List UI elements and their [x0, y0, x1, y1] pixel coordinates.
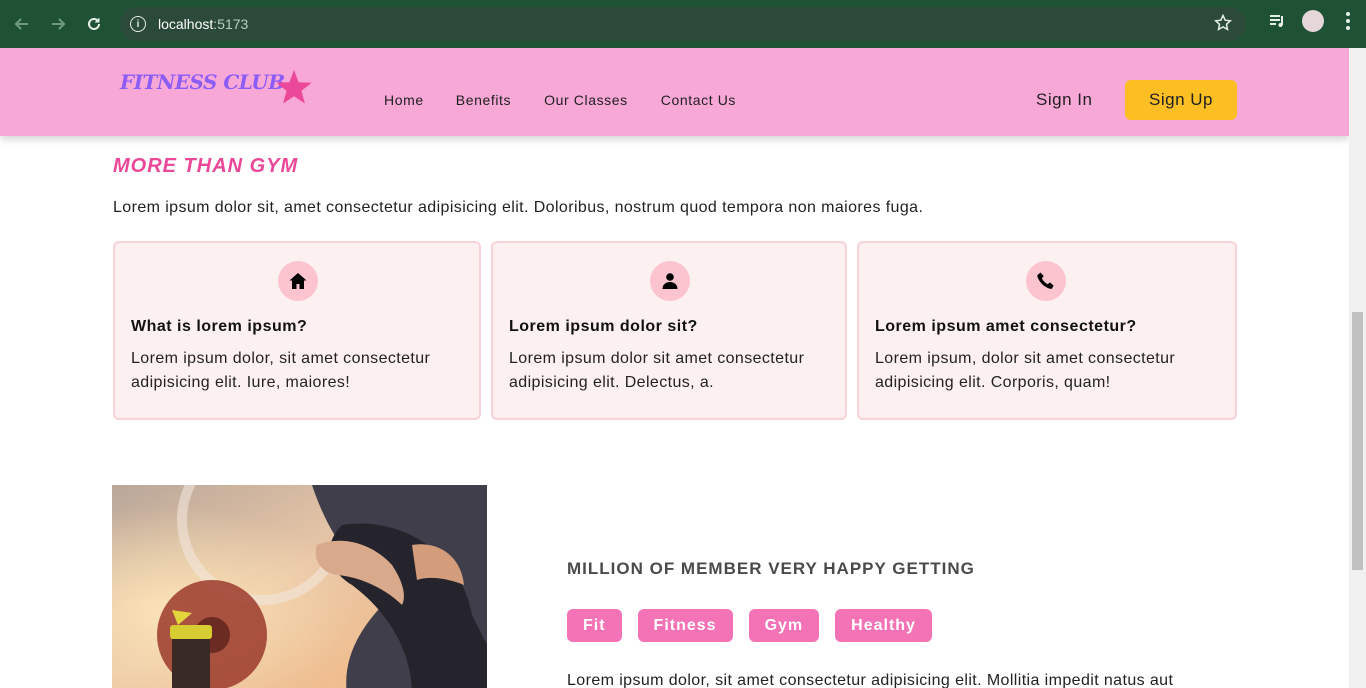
tag-fit[interactable]: Fit	[567, 609, 622, 642]
more-menu-icon[interactable]	[1338, 10, 1358, 32]
tag-healthy[interactable]: Healthy	[835, 609, 932, 642]
nav-link-contact-us[interactable]: Contact Us	[661, 92, 736, 108]
sign-in-link[interactable]: Sign In	[1036, 90, 1092, 110]
nav-link-benefits[interactable]: Benefits	[456, 92, 511, 108]
members-title: MILLION OF MEMBER VERY HAPPY GETTING	[567, 559, 975, 578]
card-body: Lorem ipsum dolor sit amet consectetur a…	[509, 350, 805, 391]
star-icon	[276, 70, 312, 104]
card-title: Lorem ipsum amet consectetur?	[875, 318, 1137, 335]
forward-button[interactable]	[40, 6, 76, 42]
home-icon	[289, 273, 307, 289]
url-text[interactable]: localhost:5173	[158, 16, 248, 32]
benefit-card: Lorem ipsum amet consectetur? Lorem ipsu…	[857, 241, 1237, 420]
browser-toolbar: i localhost:5173	[0, 0, 1366, 48]
tag-gym[interactable]: Gym	[748, 609, 820, 642]
media-control-icon[interactable]	[1266, 10, 1288, 32]
main-nav: Home Benefits Our Classes Contact Us	[384, 92, 736, 108]
icon-badge	[278, 261, 318, 301]
phone-icon	[1037, 272, 1054, 289]
benefit-card: Lorem ipsum dolor sit? Lorem ipsum dolor…	[491, 241, 847, 420]
scrollbar-thumb[interactable]	[1352, 312, 1363, 570]
site-info-icon[interactable]: i	[130, 16, 146, 32]
sign-up-button[interactable]: Sign Up	[1125, 80, 1237, 120]
arrow-right-icon	[52, 18, 66, 30]
tag-fitness[interactable]: Fitness	[637, 609, 733, 642]
profile-avatar[interactable]	[1302, 10, 1324, 32]
page-viewport: FITNESS CLUB Home Benefits Our Classes C…	[0, 48, 1349, 688]
nav-link-our-classes[interactable]: Our Classes	[544, 92, 628, 108]
card-title: Lorem ipsum dolor sit?	[509, 318, 698, 335]
site-header: FITNESS CLUB Home Benefits Our Classes C…	[0, 48, 1349, 136]
back-button[interactable]	[4, 6, 40, 42]
icon-badge	[1026, 261, 1066, 301]
card-body: Lorem ipsum, dolor sit amet consectetur …	[875, 350, 1176, 391]
bookmark-star-icon[interactable]	[1214, 14, 1232, 32]
gym-photo-illustration	[112, 485, 487, 688]
benefits-description: Lorem ipsum dolor sit, amet consectetur …	[113, 199, 924, 216]
logo[interactable]: FITNESS CLUB	[120, 70, 312, 104]
icon-badge	[650, 261, 690, 301]
tag-list: Fit Fitness Gym Healthy	[567, 609, 932, 642]
page-scrollbar[interactable]	[1349, 48, 1366, 688]
logo-text: FITNESS CLUB	[120, 70, 285, 94]
user-icon	[662, 273, 678, 289]
reload-icon	[88, 17, 100, 30]
benefit-card: What is lorem ipsum? Lorem ipsum dolor, …	[113, 241, 481, 420]
arrow-left-icon	[14, 18, 28, 30]
reload-button[interactable]	[76, 6, 112, 42]
card-body: Lorem ipsum dolor, sit amet consectetur …	[131, 350, 431, 391]
card-title: What is lorem ipsum?	[131, 318, 308, 335]
nav-link-home[interactable]: Home	[384, 92, 424, 108]
members-description: Lorem ipsum dolor, sit amet consectetur …	[567, 672, 1174, 688]
benefits-title: MORE THAN GYM	[113, 155, 299, 177]
address-bar[interactable]: i localhost:5173	[120, 7, 1246, 41]
gym-photo	[112, 485, 487, 688]
